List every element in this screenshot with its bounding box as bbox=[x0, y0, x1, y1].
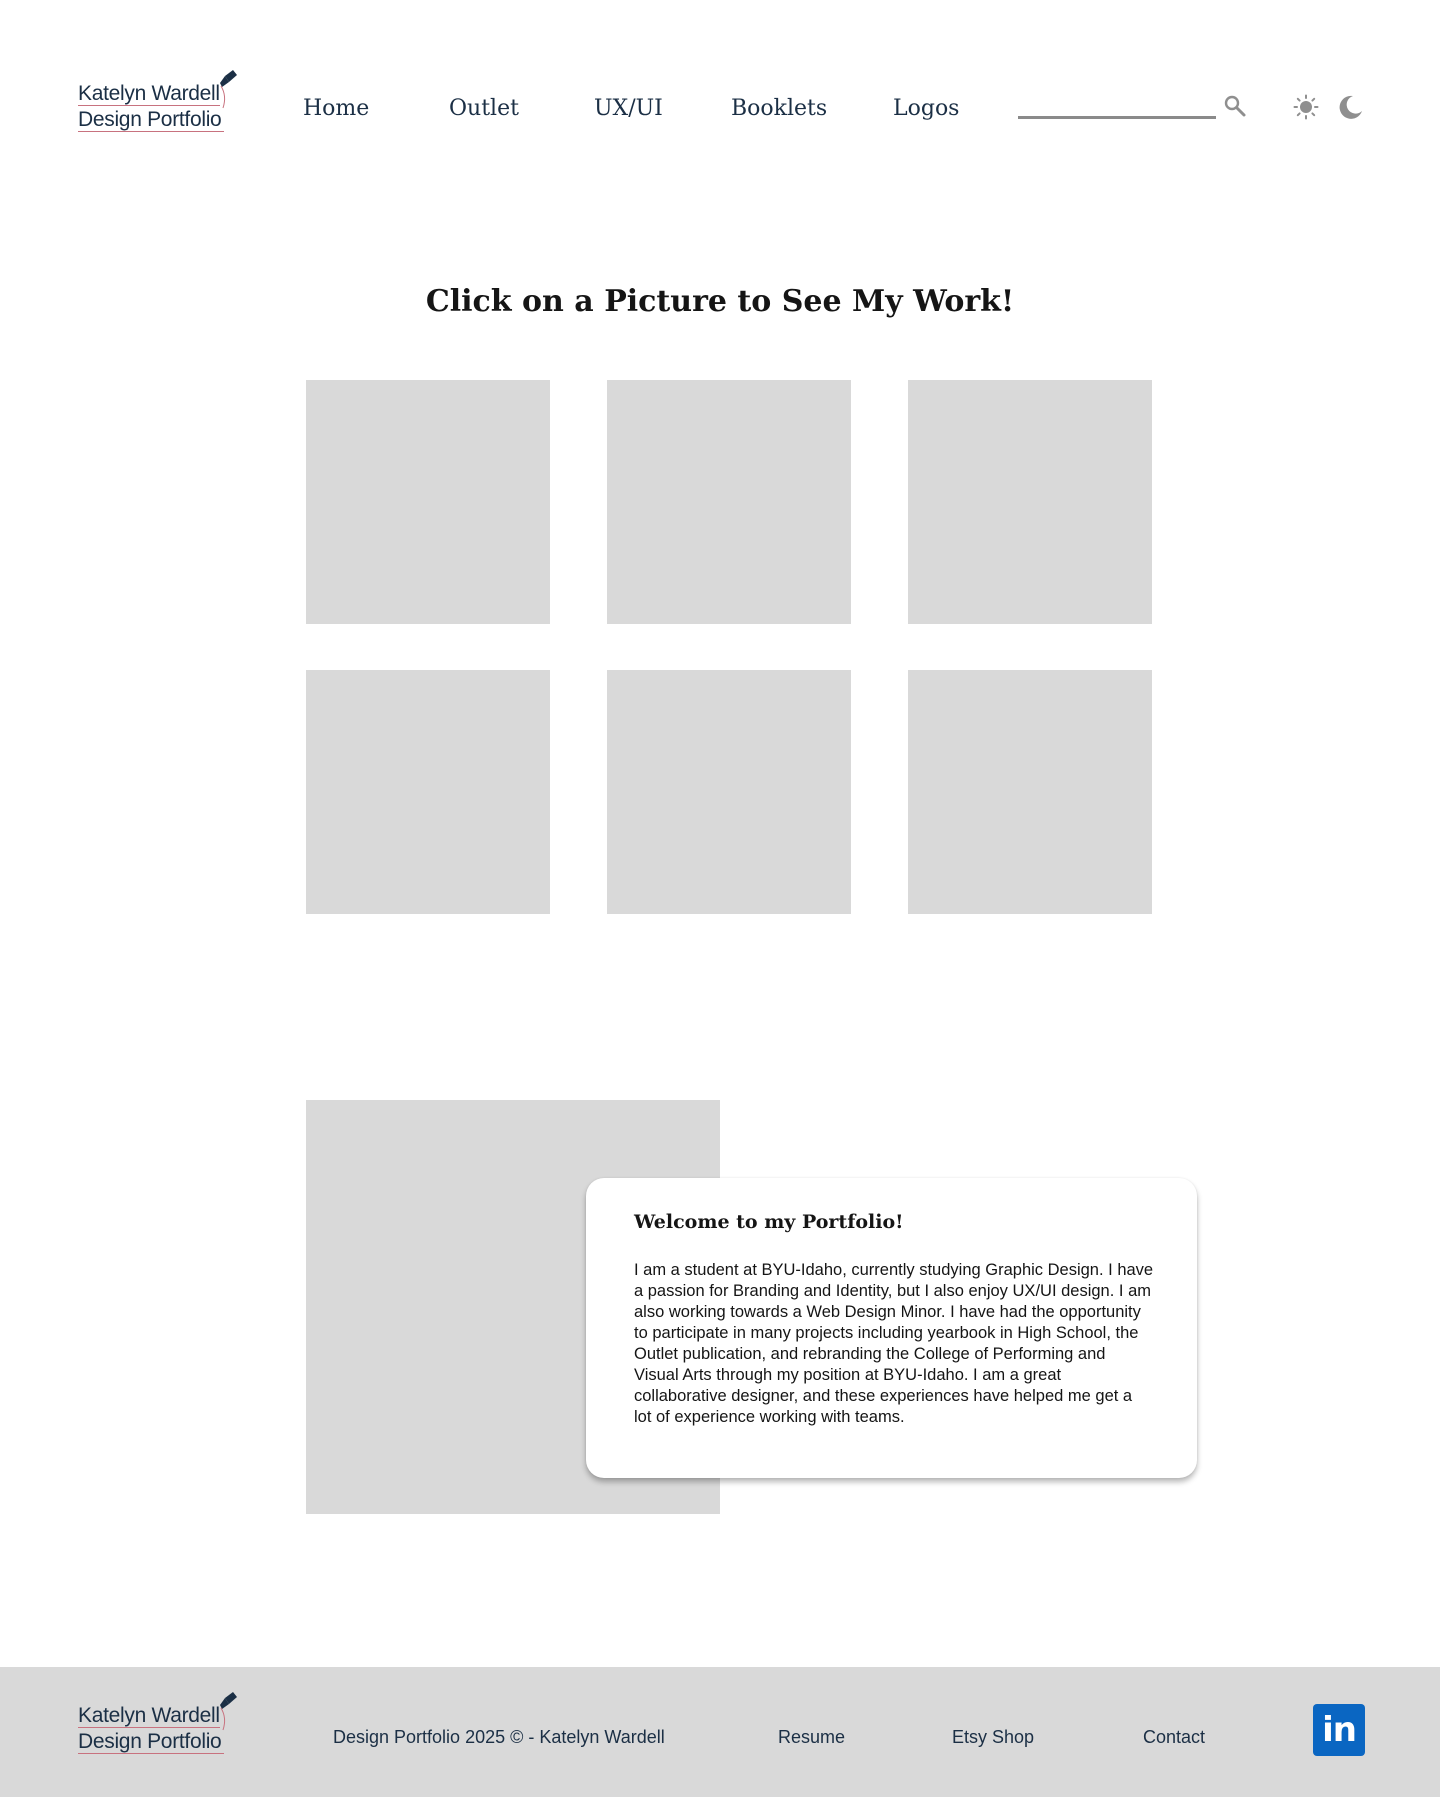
footer-link-resume[interactable]: Resume bbox=[778, 1727, 845, 1748]
linkedin-icon[interactable]: in bbox=[1313, 1704, 1365, 1756]
gallery-tile[interactable] bbox=[908, 670, 1152, 914]
footer-logo[interactable]: Katelyn Wardell Design Portfolio bbox=[77, 1692, 237, 1758]
pen-nib-icon bbox=[220, 70, 237, 109]
footer-link-contact[interactable]: Contact bbox=[1143, 1727, 1205, 1748]
search-input[interactable] bbox=[1018, 116, 1216, 119]
header-logo[interactable]: Katelyn Wardell Design Portfolio bbox=[77, 70, 237, 136]
search-icon[interactable] bbox=[1223, 94, 1247, 118]
nav-home[interactable]: Home bbox=[303, 96, 369, 121]
sun-icon[interactable] bbox=[1293, 94, 1319, 120]
about-text: I am a student at BYU-Idaho, currently s… bbox=[634, 1261, 1154, 1426]
logo-name: Katelyn Wardell bbox=[78, 1704, 220, 1727]
nav-logos[interactable]: Logos bbox=[893, 96, 959, 121]
linkedin-label: in bbox=[1322, 1710, 1357, 1750]
moon-icon[interactable] bbox=[1337, 94, 1363, 120]
about-card: Welcome to my Portfolio! I am a student … bbox=[586, 1178, 1197, 1478]
logo-subtitle: Design Portfolio bbox=[78, 108, 222, 131]
gallery-tile[interactable] bbox=[908, 380, 1152, 624]
logo-name: Katelyn Wardell bbox=[78, 82, 220, 105]
gallery-tile[interactable] bbox=[306, 380, 550, 624]
about-heading: Welcome to my Portfolio! bbox=[634, 1211, 904, 1233]
footer: Katelyn Wardell Design Portfolio Design … bbox=[0, 1667, 1440, 1797]
logo-underline bbox=[78, 1753, 224, 1754]
nav-ux-ui[interactable]: UX/UI bbox=[594, 96, 663, 121]
nav-booklets[interactable]: Booklets bbox=[731, 96, 827, 121]
gallery-tile[interactable] bbox=[607, 380, 851, 624]
logo-underline bbox=[78, 131, 224, 132]
pen-nib-icon bbox=[220, 1692, 237, 1731]
logo-underline bbox=[78, 105, 220, 106]
gallery-title: Click on a Picture to See My Work! bbox=[425, 284, 1015, 319]
nav-outlet[interactable]: Outlet bbox=[449, 96, 519, 121]
logo-subtitle: Design Portfolio bbox=[78, 1730, 222, 1753]
gallery-tile[interactable] bbox=[607, 670, 851, 914]
footer-link-etsy-shop[interactable]: Etsy Shop bbox=[952, 1727, 1034, 1748]
logo-underline bbox=[78, 1727, 220, 1728]
gallery-tile[interactable] bbox=[306, 670, 550, 914]
footer-copyright: Design Portfolio 2025 © - Katelyn Wardel… bbox=[333, 1727, 665, 1747]
